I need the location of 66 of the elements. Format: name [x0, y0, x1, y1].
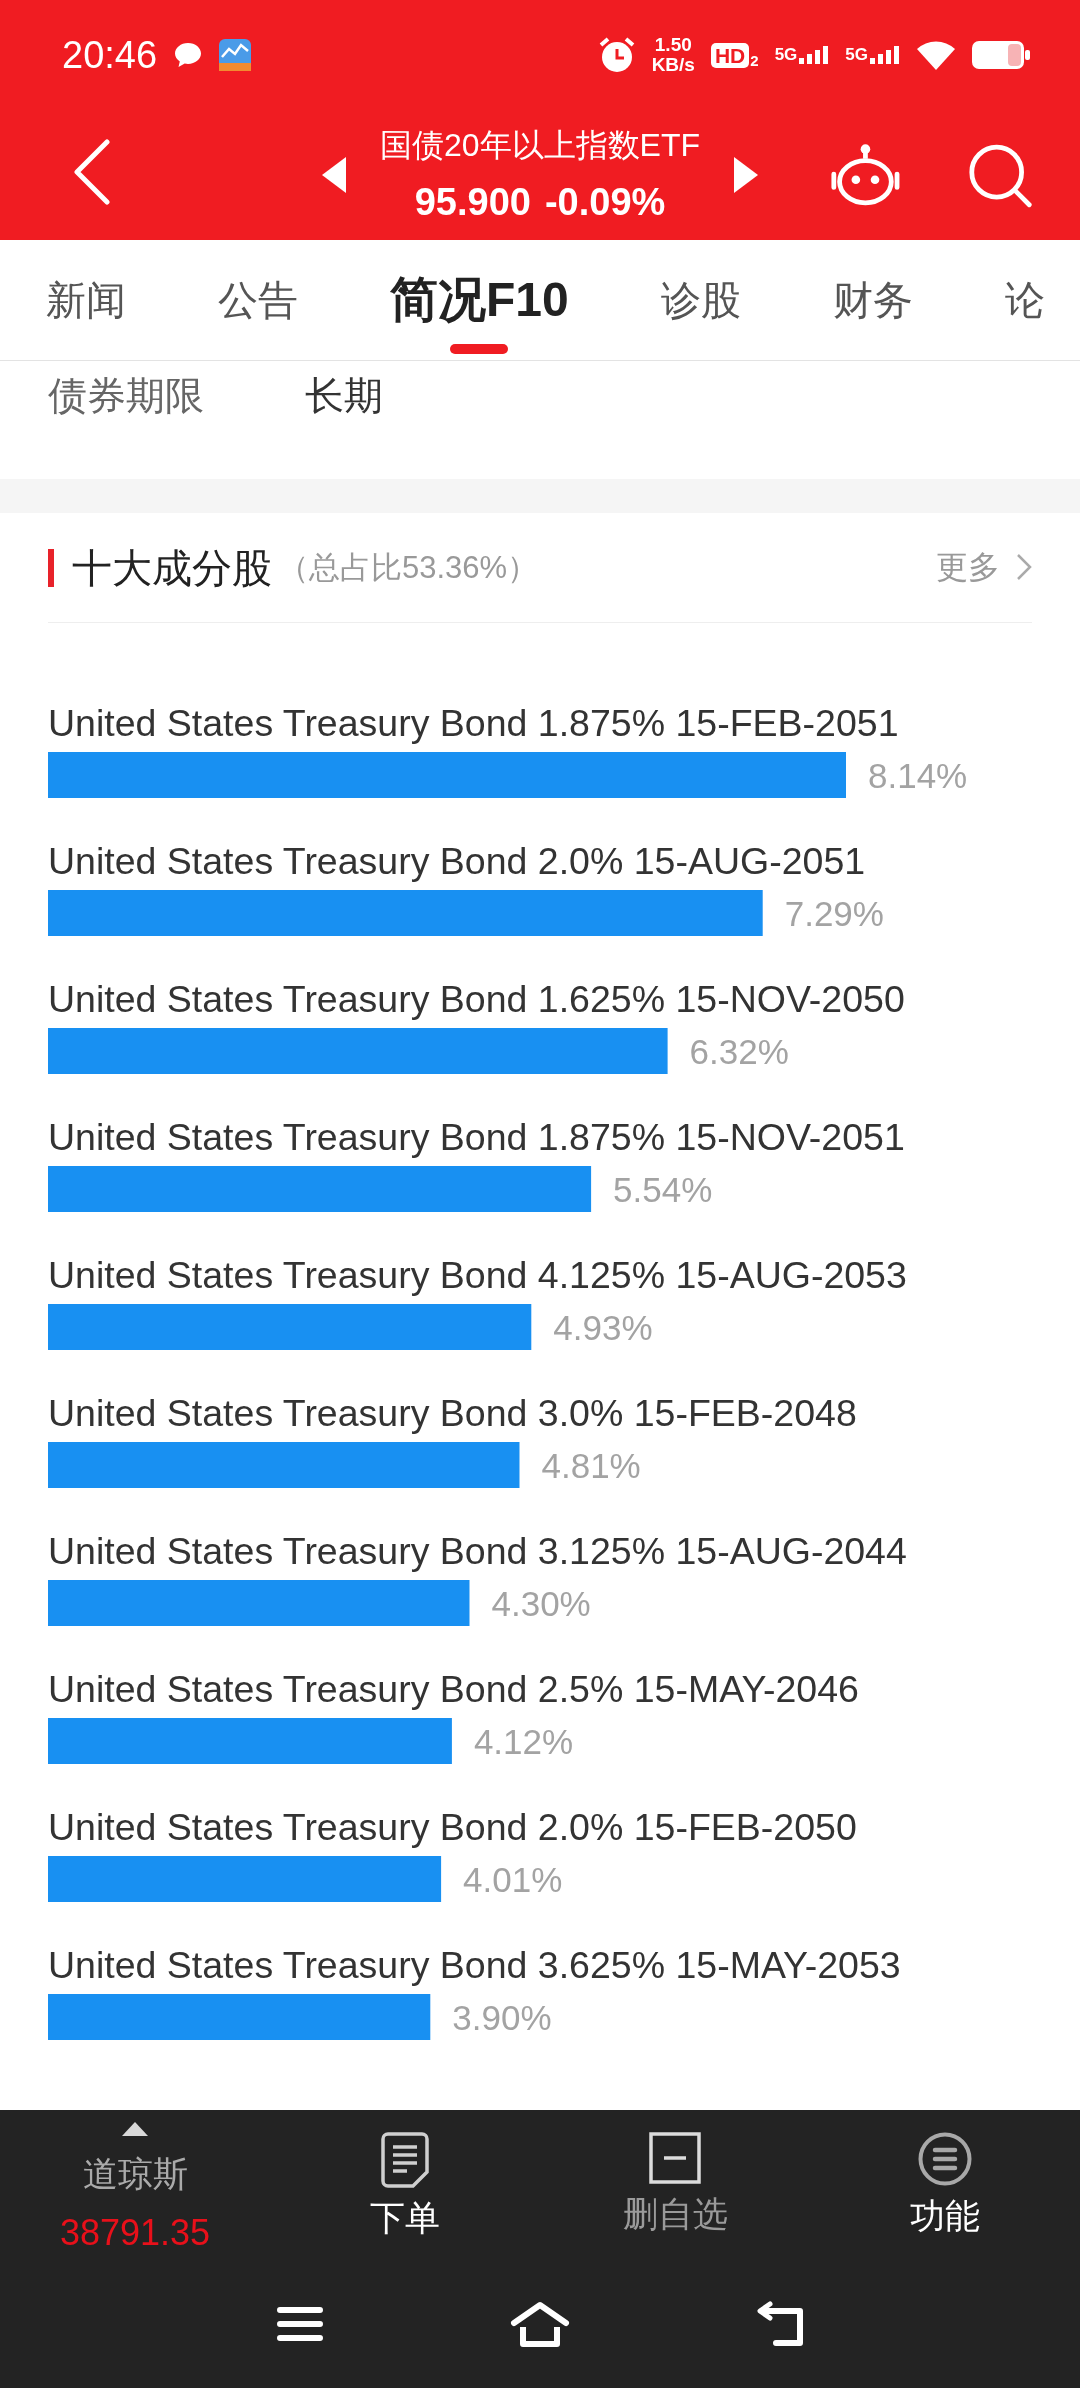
chat-bubble-icon — [173, 41, 204, 69]
bond-name-label: United States Treasury Bond 3.125% 15-AUG-2044 — [48, 1530, 907, 1572]
price-change: -0.09% — [544, 180, 666, 225]
price-value: 95.900 — [414, 180, 531, 225]
robot-face-icon[interactable] — [830, 142, 901, 208]
network-type-label: 5G — [774, 46, 798, 63]
battery-icon — [972, 41, 1030, 69]
caret-up-icon[interactable] — [122, 2122, 148, 2136]
bond-name-label: United States Treasury Bond 4.125% 15-AUG-2053 — [48, 1254, 907, 1296]
index-value: 38791.35 — [59, 2211, 211, 2254]
value-label: 8.14% — [868, 756, 968, 795]
network-speed-value: 1.50 — [654, 35, 692, 55]
bond-name-label: United States Treasury Bond 1.625% 15-NOV-2050 — [48, 978, 905, 1020]
home-icon[interactable] — [510, 2301, 570, 2347]
bond-name-label: United States Treasury Bond 3.625% 15-MAY-2053 — [48, 1944, 901, 1986]
wifi-icon — [916, 39, 956, 71]
value-label: 4.12% — [473, 1722, 574, 1761]
hd-badge: HD — [710, 42, 750, 68]
minus-square-icon — [649, 2132, 701, 2184]
triangle-right-icon[interactable] — [734, 157, 758, 193]
tab[interactable]: 论 — [958, 240, 1080, 360]
signal-bars-icon — [799, 46, 830, 64]
document-icon — [381, 2132, 429, 2188]
value-label: 3.90% — [452, 1998, 552, 2037]
bond-name-label: United States Treasury Bond 2.0% 15-FEB-2050 — [48, 1806, 857, 1848]
value-label: 5.54% — [613, 1170, 713, 1209]
tab[interactable]: 公告 — [172, 240, 344, 360]
index-name: 道琼斯 — [82, 2153, 188, 2195]
tab[interactable]: 诊股 — [614, 240, 787, 360]
tab[interactable]: 简况F10 — [344, 240, 615, 360]
back-button[interactable] — [72, 138, 112, 205]
chevron-left-icon — [72, 138, 112, 205]
network-type-label: 5G — [845, 46, 868, 63]
security-title: 国债20年以上指数ETF — [380, 126, 700, 165]
network-speed-unit: KB/s — [651, 55, 695, 75]
hd-index: 2 — [750, 52, 759, 68]
value-label: 4.81% — [541, 1446, 641, 1485]
order-button[interactable]: 下单 — [370, 2110, 440, 2239]
menu-icon[interactable] — [277, 2306, 323, 2342]
chart-tile-icon — [219, 39, 252, 71]
status-time: 20:46 — [62, 36, 158, 74]
value-label: 4.93% — [553, 1308, 653, 1347]
section-title: 十大成分股 — [72, 544, 272, 592]
tab[interactable]: 财务 — [786, 240, 959, 360]
value-label: 4.01% — [463, 1860, 563, 1899]
section-subtitle: （总占比53.36%） — [278, 548, 539, 587]
bond-name-label: United States Treasury Bond 2.0% 15-AUG-2051 — [48, 840, 866, 882]
value-label: 7.29% — [784, 894, 884, 933]
info-label: 债券期限 — [48, 373, 205, 419]
remove-watchlist-button[interactable]: 删自选 — [622, 2110, 728, 2235]
info-value: 长期 — [305, 373, 383, 419]
bond-name-label: United States Treasury Bond 2.5% 15-MAY-2046 — [48, 1668, 859, 1710]
alarm-clock-icon — [597, 36, 636, 74]
bond-name-label: United States Treasury Bond 1.875% 15-FEB-2051 — [48, 702, 899, 744]
return-arrow-icon[interactable] — [754, 2301, 806, 2347]
chevron-right-icon — [1016, 553, 1032, 582]
bond-name-label: United States Treasury Bond 3.0% 15-FEB-2048 — [48, 1392, 857, 1434]
list-circle-icon — [918, 2132, 972, 2186]
accent-bar-icon — [48, 548, 54, 587]
tab[interactable]: 新闻 — [0, 240, 172, 360]
triangle-left-icon[interactable] — [322, 157, 346, 193]
value-label: 6.32% — [689, 1032, 789, 1071]
signal-bars-icon — [870, 46, 900, 64]
value-label: 4.30% — [491, 1584, 591, 1623]
functions-button[interactable]: 功能 — [910, 2110, 980, 2237]
bond-name-label: United States Treasury Bond 1.875% 15-NOV-2051 — [48, 1116, 905, 1158]
